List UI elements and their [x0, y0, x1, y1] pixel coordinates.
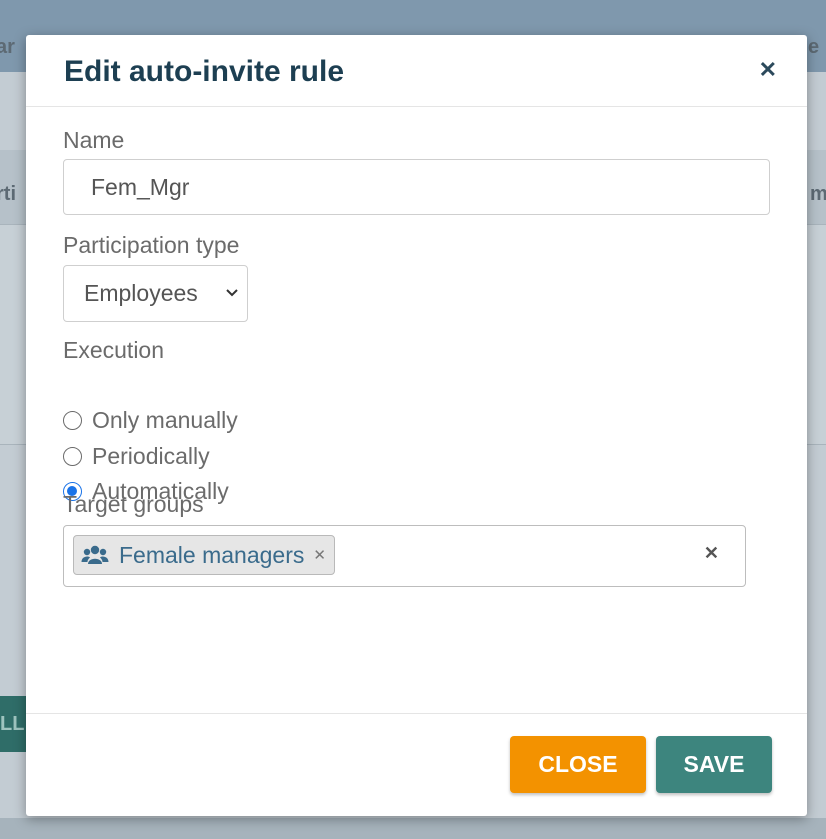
- participation-type-label: Participation type: [63, 232, 240, 258]
- radio-periodically[interactable]: [63, 446, 82, 466]
- execution-option-only-manually[interactable]: Only manually: [63, 405, 238, 435]
- background-text-fragment: ar: [0, 36, 15, 58]
- execution-option-periodically[interactable]: Periodically: [63, 441, 210, 471]
- edit-rule-dialog: Edit auto-invite rule ✕ Name Participati…: [26, 35, 807, 816]
- dialog-title: Edit auto-invite rule: [64, 55, 345, 88]
- background-text-fragment: e: [808, 36, 820, 58]
- dialog-footer: CLOSE SAVE: [26, 713, 807, 816]
- background-text-fragment: rti: [0, 183, 16, 205]
- save-button[interactable]: SAVE: [656, 736, 772, 793]
- radio-label: Only manually: [92, 406, 238, 433]
- users-icon: [81, 545, 109, 564]
- background-footer: [0, 818, 826, 839]
- participation-type-value: Employees: [84, 280, 198, 306]
- radio-only-manually[interactable]: [63, 410, 82, 430]
- name-label: Name: [63, 127, 125, 153]
- execution-label: Execution: [63, 337, 165, 363]
- background-text-fragment: m: [810, 183, 826, 205]
- dialog-header: Edit auto-invite rule ✕: [26, 35, 807, 107]
- clear-all-icon[interactable]: ✕: [704, 543, 719, 564]
- chevron-down-icon: [225, 266, 239, 344]
- target-groups-input[interactable]: Female managers ✕ ✕: [63, 525, 746, 587]
- radio-label: Periodically: [92, 442, 210, 469]
- target-groups-label: Target groups: [63, 491, 204, 517]
- target-group-label: Female managers: [119, 541, 305, 568]
- participation-type-select[interactable]: Employees: [63, 265, 248, 322]
- close-button[interactable]: CLOSE: [510, 736, 646, 793]
- target-group-tag: Female managers ✕: [73, 535, 335, 575]
- close-icon[interactable]: ✕: [759, 59, 777, 81]
- remove-tag-icon[interactable]: ✕: [313, 546, 326, 564]
- name-input[interactable]: [63, 159, 770, 215]
